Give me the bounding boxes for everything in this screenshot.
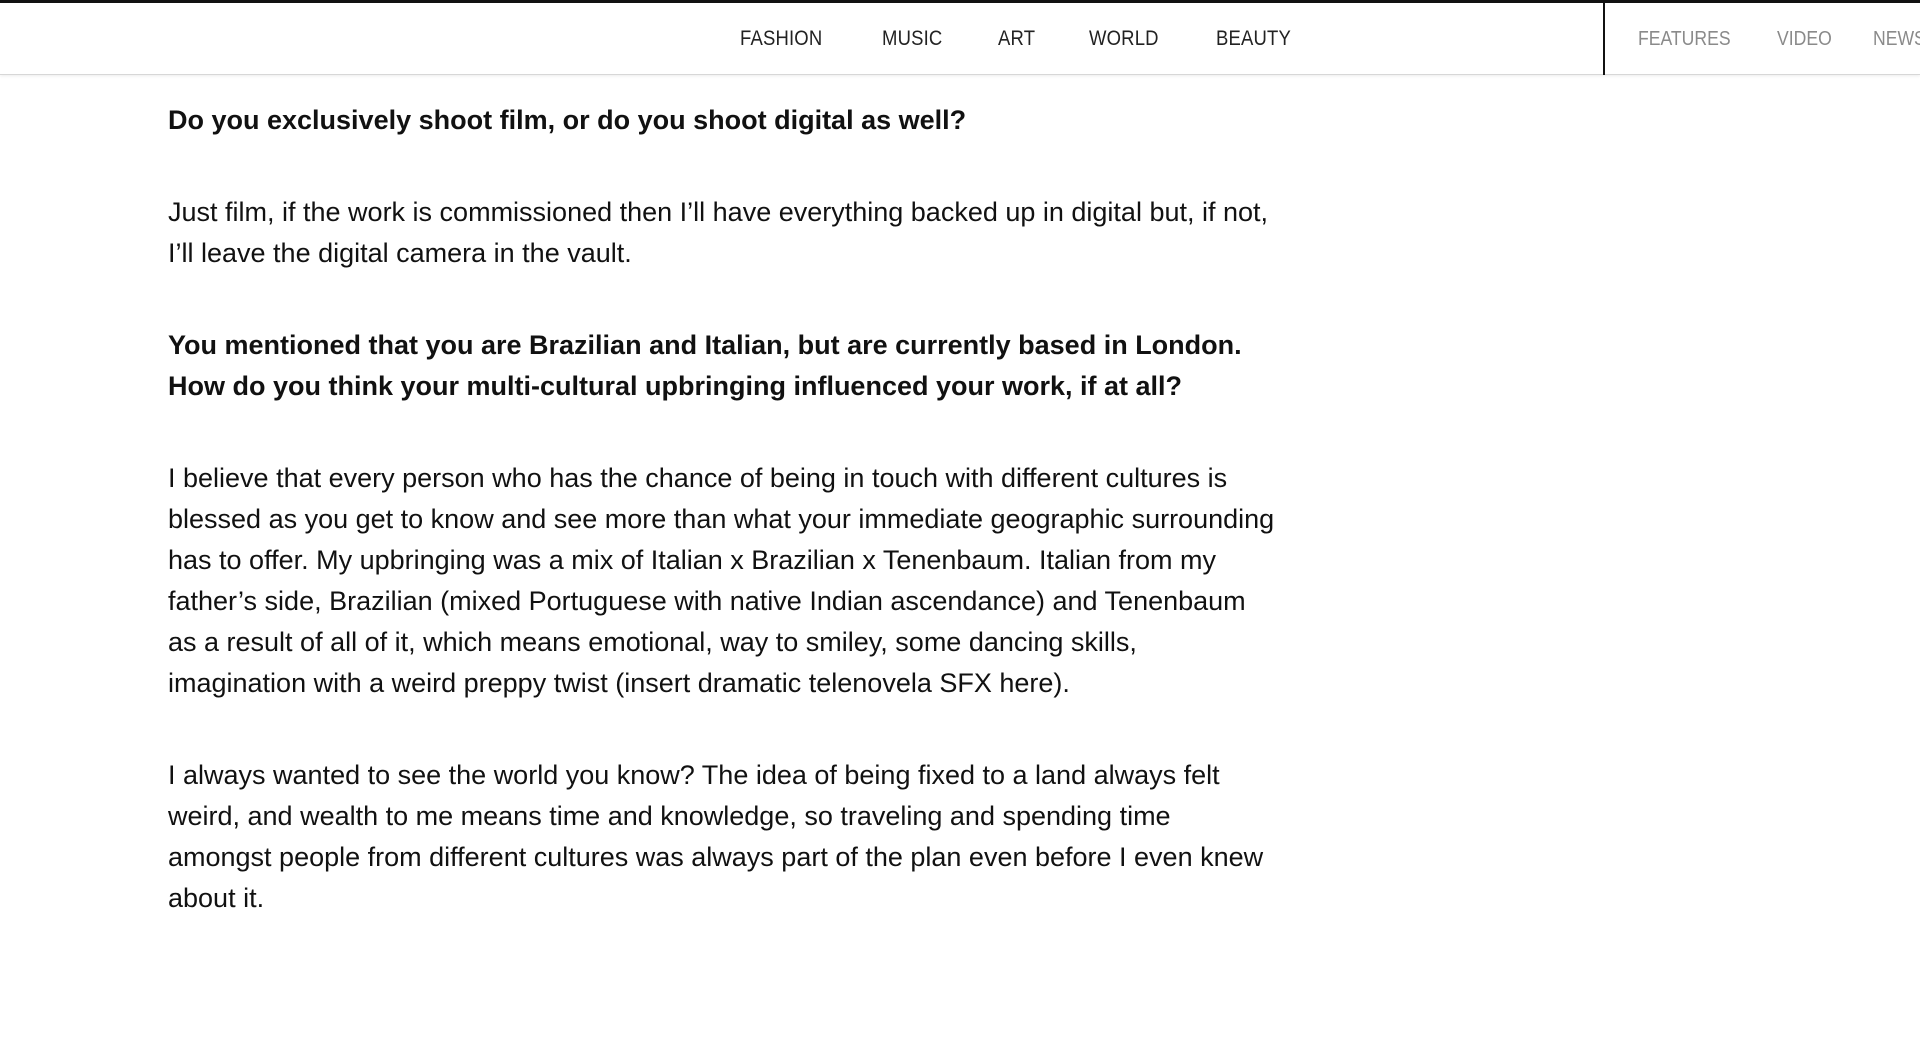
secondary-nav: FEATURES VIDEO NEWS bbox=[1638, 3, 1920, 75]
nav-link-features[interactable]: FEATURES bbox=[1638, 28, 1731, 51]
interview-answer: I believe that every person who has the … bbox=[168, 463, 1275, 698]
interview-question: You mentioned that you are Brazilian and… bbox=[168, 330, 1242, 401]
nav-link-news[interactable]: NEWS bbox=[1873, 28, 1920, 51]
nav-divider bbox=[1603, 3, 1605, 75]
article-body: Do you exclusively shoot film, or do you… bbox=[168, 100, 1278, 970]
interview-question: Do you exclusively shoot film, or do you… bbox=[168, 105, 967, 135]
nav-link-music[interactable]: MUSIC bbox=[882, 27, 942, 51]
interview-answer: I always wanted to see the world you kno… bbox=[168, 760, 1264, 913]
nav-link-video[interactable]: VIDEO bbox=[1777, 28, 1832, 51]
nav-link-world[interactable]: WORLD bbox=[1089, 27, 1159, 51]
nav-link-fashion[interactable]: FASHION bbox=[740, 27, 822, 51]
nav-link-art[interactable]: ART bbox=[998, 27, 1035, 51]
nav-link-beauty[interactable]: BEAUTY bbox=[1216, 27, 1291, 51]
main-nav: FASHION MUSIC ART WORLD BEAUTY bbox=[740, 3, 1349, 75]
top-navigation-bar: FASHION MUSIC ART WORLD BEAUTY FEATURES … bbox=[0, 0, 1920, 75]
interview-answer: Just film, if the work is commissioned t… bbox=[168, 197, 1269, 268]
